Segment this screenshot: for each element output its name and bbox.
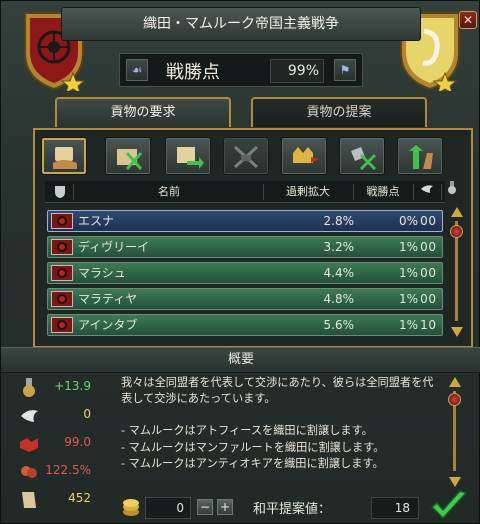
summary-heading: 概要 (1, 347, 480, 373)
row-ae: 4.8% (323, 292, 355, 306)
demand-scroll-hand-button[interactable] (41, 137, 87, 175)
warscore-value: 99% (270, 59, 324, 83)
stat-relations: 99.0 (15, 431, 103, 457)
column-warscore[interactable]: 戦勝点 (353, 181, 413, 203)
row-value-b: 0 (420, 240, 428, 254)
table-scrollbar[interactable] (449, 207, 465, 337)
warscore-label: 戦勝点 (166, 62, 220, 83)
gold-decrease-button[interactable]: − (197, 499, 213, 515)
description-line: - マムルークはマンファルートを織田に割譲します。 (121, 440, 385, 454)
country-flag-icon (51, 213, 73, 229)
scroll-transfer-icon (177, 147, 204, 169)
row-name: マラティヤ (78, 292, 138, 306)
handshake-red-icon (20, 438, 38, 452)
dove-column-icon[interactable] (413, 181, 441, 203)
tab-demand-tribute[interactable]: 貢物の要求 (55, 97, 231, 127)
table-row[interactable]: アインタブ 5.6% 1% 0 1 (47, 314, 443, 336)
summary-description: 我々は全同盟者を代表して交渉にあたり、彼らは全同盟者を代表して交渉にあたっていま… (117, 373, 441, 487)
demand-crossed-swords-button[interactable] (223, 137, 269, 175)
column-aggressive-expansion[interactable]: 過剰拡大 (263, 181, 353, 203)
demand-crown-flag-button[interactable] (281, 137, 327, 175)
table-row[interactable]: マラシュ 4.4% 1% 0 0 (47, 262, 443, 284)
row-name: エスナ (78, 214, 115, 228)
demands-table-header: 名前 過剰拡大 戦勝点 (45, 181, 456, 203)
table-row[interactable]: エスナ 2.8% 0% 0 0 (47, 210, 443, 232)
row-name: マラシュ (78, 266, 126, 280)
treaty-cancel-icon (351, 147, 377, 171)
scroll-icon (22, 492, 36, 508)
stat-value: 452 (68, 491, 91, 505)
table-row[interactable]: マラティヤ 4.8% 1% 0 0 (47, 288, 443, 310)
send-offer-checkmark-icon[interactable] (429, 489, 469, 523)
stat-war-exhaustion: 122.5% (15, 459, 103, 485)
row-name: アインタブ (78, 318, 138, 332)
scroll-thumb[interactable] (448, 393, 461, 406)
peace-acceptance-value: 18 (371, 497, 419, 519)
row-value-b: 0 (420, 266, 428, 280)
window-titlebar[interactable]: 織田・マムルーク帝国主義戦争 (61, 7, 421, 41)
row-value-b: 0 (420, 292, 428, 306)
row-ae: 5.6% (323, 318, 355, 332)
stat-warscore-gain: +13.9 (15, 375, 103, 401)
gold-increase-button[interactable]: + (217, 499, 233, 515)
country-flag-icon (51, 239, 73, 255)
stat-value: 99.0 (64, 435, 91, 449)
stat-value: 0 (83, 407, 91, 421)
demand-scroll-transfer-button[interactable] (165, 137, 211, 175)
row-name: ディヴリーイ (78, 240, 150, 254)
country-flag-icon (51, 317, 73, 333)
stat-ducats: 452 (15, 487, 103, 513)
crossed-swords-icon (233, 145, 259, 169)
description-scrollbar[interactable] (447, 377, 463, 487)
scroll-down-icon[interactable] (449, 477, 461, 487)
summary-stats: +13.9 0 99.0 122.5% 452 (15, 373, 105, 521)
gold-amount-field[interactable]: 0 (145, 497, 191, 519)
description-line: 我々は全同盟者を代表して交渉にあたり、彼らは全同盟者を代表して交渉にあたっていま… (121, 376, 434, 406)
arms-raise-icon (409, 145, 433, 169)
description-line: - マムルークはアトフィースを織田に割譲します。 (121, 424, 373, 438)
row-ae: 4.4% (323, 266, 355, 280)
description-line: - マムルークはアンティオキアを織田に割譲します。 (121, 456, 384, 470)
gold-demand-control: 0 − + (121, 495, 245, 521)
window-title: 織田・マムルーク帝国主義戦争 (143, 16, 339, 32)
coins-icon (123, 499, 139, 516)
scroll-thumb[interactable] (450, 225, 463, 238)
table-row[interactable]: ディヴリーイ 3.2% 1% 0 0 (47, 236, 443, 258)
demand-map-cancel-button[interactable] (105, 137, 151, 175)
peace-negotiation-window: 織田・マムルーク帝国主義戦争 ✕ ☙ 戦勝点 99% ⚑ 貢物の要求 貢物の提案 (0, 0, 480, 524)
country-flag-icon (51, 291, 73, 307)
scroll-up-icon[interactable] (451, 207, 463, 217)
angry-crowd-icon (21, 466, 37, 478)
medal-column-icon[interactable] (443, 181, 461, 203)
tribute-tabs: 貢物の要求 貢物の提案 (55, 97, 433, 129)
dove-icon (21, 410, 38, 422)
warscore-info-icon[interactable]: ☙ (126, 59, 148, 81)
row-ae: 2.8% (323, 214, 355, 228)
scroll-up-icon[interactable] (449, 377, 461, 387)
close-button[interactable]: ✕ (459, 11, 477, 29)
stat-value: +13.9 (54, 379, 91, 393)
warscore-bar: ☙ 戦勝点 99% ⚑ (119, 53, 363, 87)
demand-treaty-cancel-button[interactable] (339, 137, 385, 175)
demand-arms-raise-button[interactable] (397, 137, 443, 175)
stat-value: 122.5% (45, 463, 91, 477)
description-line (121, 407, 437, 423)
flag-icon[interactable]: ⚑ (334, 59, 356, 81)
crown-flag-icon (293, 147, 319, 163)
stat-peace: 0 (15, 403, 103, 429)
peace-acceptance: 和平提案値： 18 (253, 495, 423, 521)
shield-column-icon[interactable] (49, 181, 71, 203)
medal-icon (23, 378, 35, 397)
scroll-down-icon[interactable] (451, 327, 463, 337)
scroll-hand-icon (53, 147, 77, 169)
column-name[interactable]: 名前 (75, 181, 263, 203)
map-cancel-icon (117, 149, 143, 170)
row-value-b: 1 (420, 318, 428, 332)
peace-acceptance-label: 和平提案値： (253, 502, 332, 517)
tab-offer-tribute[interactable]: 貢物の提案 (251, 97, 427, 127)
country-flag-icon (51, 265, 73, 281)
row-ae: 3.2% (323, 240, 355, 254)
row-value-b: 0 (420, 214, 428, 228)
